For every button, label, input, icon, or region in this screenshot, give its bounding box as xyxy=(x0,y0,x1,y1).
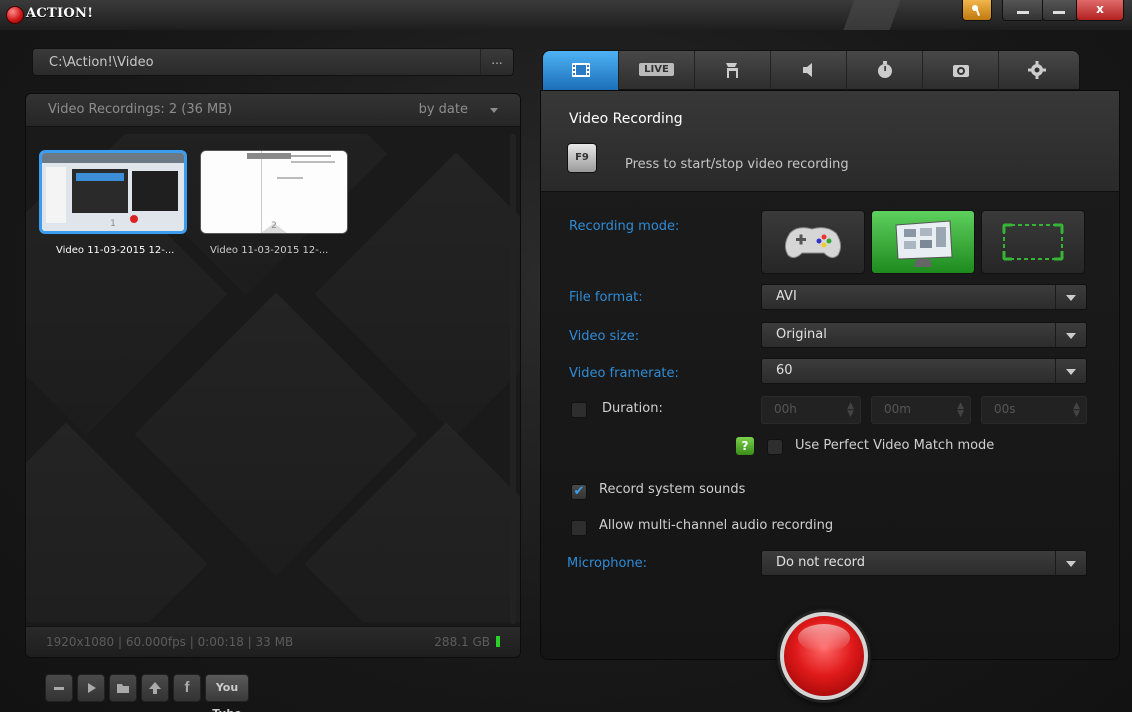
youtube-icon[interactable]: You Tube xyxy=(205,674,249,712)
stepper-arrows-icon[interactable]: ▲ ▼ xyxy=(957,402,964,419)
perfect-match-label: Use Perfect Video Match mode xyxy=(795,438,995,453)
mode-game-button[interactable] xyxy=(761,210,865,274)
director-chair-icon xyxy=(725,63,738,78)
gamepad-icon xyxy=(784,227,842,259)
recording-header: Video Recording F9 Press to start/stop v… xyxy=(541,91,1119,192)
app-logo-icon xyxy=(6,6,24,24)
duration-minutes-value: 00m xyxy=(884,402,911,416)
recordings-footer: 1920x1080 | 60.000fps | 0:00:18 | 33 MB … xyxy=(26,626,520,657)
file-format-value: AVI xyxy=(776,289,797,304)
file-format-select[interactable]: AVI xyxy=(761,284,1087,310)
folder-icon[interactable] xyxy=(109,674,137,702)
duration-hours-value: 00h xyxy=(774,402,797,416)
free-disk-space: 288.1 GB xyxy=(434,635,490,649)
mode-region-button[interactable] xyxy=(981,210,1085,274)
thumbnail-number: 1 xyxy=(110,219,116,229)
key-icon[interactable] xyxy=(962,0,992,21)
thumbnail-number: 2 xyxy=(271,221,277,231)
video-recording-panel: Video Recording F9 Press to start/stop v… xyxy=(540,90,1120,660)
recording-label: Video 11-03-2015 12-... xyxy=(210,245,329,256)
gear-icon xyxy=(1028,61,1046,79)
help-icon[interactable]: ? xyxy=(736,437,754,455)
tab-audio[interactable] xyxy=(771,51,847,90)
chevron-down-icon[interactable] xyxy=(1055,359,1086,383)
live-icon: LIVE xyxy=(639,63,674,76)
duration-hours-stepper[interactable]: 00h ▲ ▼ xyxy=(761,396,861,424)
region-select-icon xyxy=(1002,223,1064,261)
video-size-value: Original xyxy=(776,327,827,342)
close-button[interactable]: x xyxy=(1076,0,1124,21)
browse-button[interactable]: ... xyxy=(480,49,513,75)
recording-thumbnail[interactable]: 1 xyxy=(39,150,187,234)
monitor-icon xyxy=(895,220,953,267)
video-framerate-label: Video framerate: xyxy=(569,366,679,381)
app-window: ACTION! x C:\Action!\Video ... Video Rec… xyxy=(0,0,1132,712)
video-size-select[interactable]: Original xyxy=(761,322,1087,348)
recordings-panel: Video Recordings: 2 (36 MB) by date 1 2 … xyxy=(25,93,521,658)
output-folder-field[interactable]: C:\Action!\Video ... xyxy=(32,48,514,76)
recording-label: Video 11-03-2015 12-... xyxy=(56,245,175,256)
tab-timer[interactable] xyxy=(847,51,923,90)
duration-minutes-stepper[interactable]: 00m ▲ ▼ xyxy=(871,396,971,424)
video-framerate-value: 60 xyxy=(776,363,793,378)
recordings-header: Video Recordings: 2 (36 MB) by date xyxy=(26,94,520,127)
multichannel-label: Allow multi-channel audio recording xyxy=(599,518,834,533)
duration-label: Duration: xyxy=(602,401,663,416)
stepper-arrows-icon[interactable]: ▲ ▼ xyxy=(847,402,854,419)
record-button[interactable] xyxy=(780,612,868,700)
video-framerate-select[interactable]: 60 xyxy=(761,358,1087,384)
tab-screenshot[interactable] xyxy=(923,51,999,90)
film-icon xyxy=(571,63,590,77)
recordings-count: Video Recordings: 2 (36 MB) xyxy=(48,102,233,117)
duration-seconds-value: 00s xyxy=(994,402,1016,416)
chevron-down-icon[interactable] xyxy=(1055,323,1086,347)
minimize-button[interactable] xyxy=(1002,0,1044,21)
output-folder-path: C:\Action!\Video xyxy=(49,55,154,70)
video-size-label: Video size: xyxy=(569,329,640,344)
chevron-down-icon[interactable] xyxy=(490,108,498,113)
sort-dropdown[interactable]: by date xyxy=(419,102,468,117)
recordings-scrollbar[interactable] xyxy=(510,134,516,624)
tab-settings[interactable] xyxy=(999,51,1075,90)
speaker-icon xyxy=(802,63,812,77)
stopwatch-icon xyxy=(877,61,892,78)
app-title: ACTION! xyxy=(26,6,94,21)
duration-checkbox[interactable] xyxy=(571,402,587,418)
microphone-select[interactable]: Do not record xyxy=(761,550,1087,576)
disk-status-icon xyxy=(496,636,500,647)
mode-screen-button[interactable] xyxy=(871,210,975,274)
facebook-icon[interactable]: f xyxy=(173,674,201,702)
upload-icon[interactable] xyxy=(141,674,169,702)
chevron-down-icon[interactable] xyxy=(1055,285,1086,309)
tab-gameplay[interactable] xyxy=(695,51,771,90)
hotkey-description: Press to start/stop video recording xyxy=(625,157,849,172)
system-sounds-checkbox[interactable]: ✔ xyxy=(571,484,587,500)
title-bar: ACTION! x xyxy=(0,0,1132,30)
perfect-match-checkbox[interactable] xyxy=(767,439,783,455)
tab-live[interactable]: LIVE xyxy=(619,51,695,90)
play-icon[interactable] xyxy=(77,674,105,702)
multichannel-checkbox[interactable] xyxy=(571,520,587,536)
chevron-down-icon[interactable] xyxy=(1055,551,1086,575)
microphone-value: Do not record xyxy=(776,555,866,570)
panel-title: Video Recording xyxy=(569,111,683,127)
restore-button[interactable] xyxy=(1042,0,1078,21)
microphone-label: Microphone: xyxy=(567,556,648,571)
stepper-arrows-icon[interactable]: ▲ ▼ xyxy=(1073,402,1080,419)
tab-video[interactable] xyxy=(543,51,619,90)
title-decoration xyxy=(762,0,982,30)
tab-bar: LIVE xyxy=(542,50,1080,90)
camera-icon xyxy=(952,65,969,77)
recording-mode-label: Recording mode: xyxy=(569,219,680,234)
hotkey-button[interactable]: F9 xyxy=(567,143,597,173)
minus-icon[interactable] xyxy=(45,674,73,702)
file-format-label: File format: xyxy=(569,290,643,305)
system-sounds-label: Record system sounds xyxy=(599,482,746,497)
duration-seconds-stepper[interactable]: 00s ▲ ▼ xyxy=(981,396,1087,424)
recording-thumbnail[interactable]: 2 xyxy=(200,150,348,234)
selected-recording-info: 1920x1080 | 60.000fps | 0:00:18 | 33 MB xyxy=(46,635,294,649)
